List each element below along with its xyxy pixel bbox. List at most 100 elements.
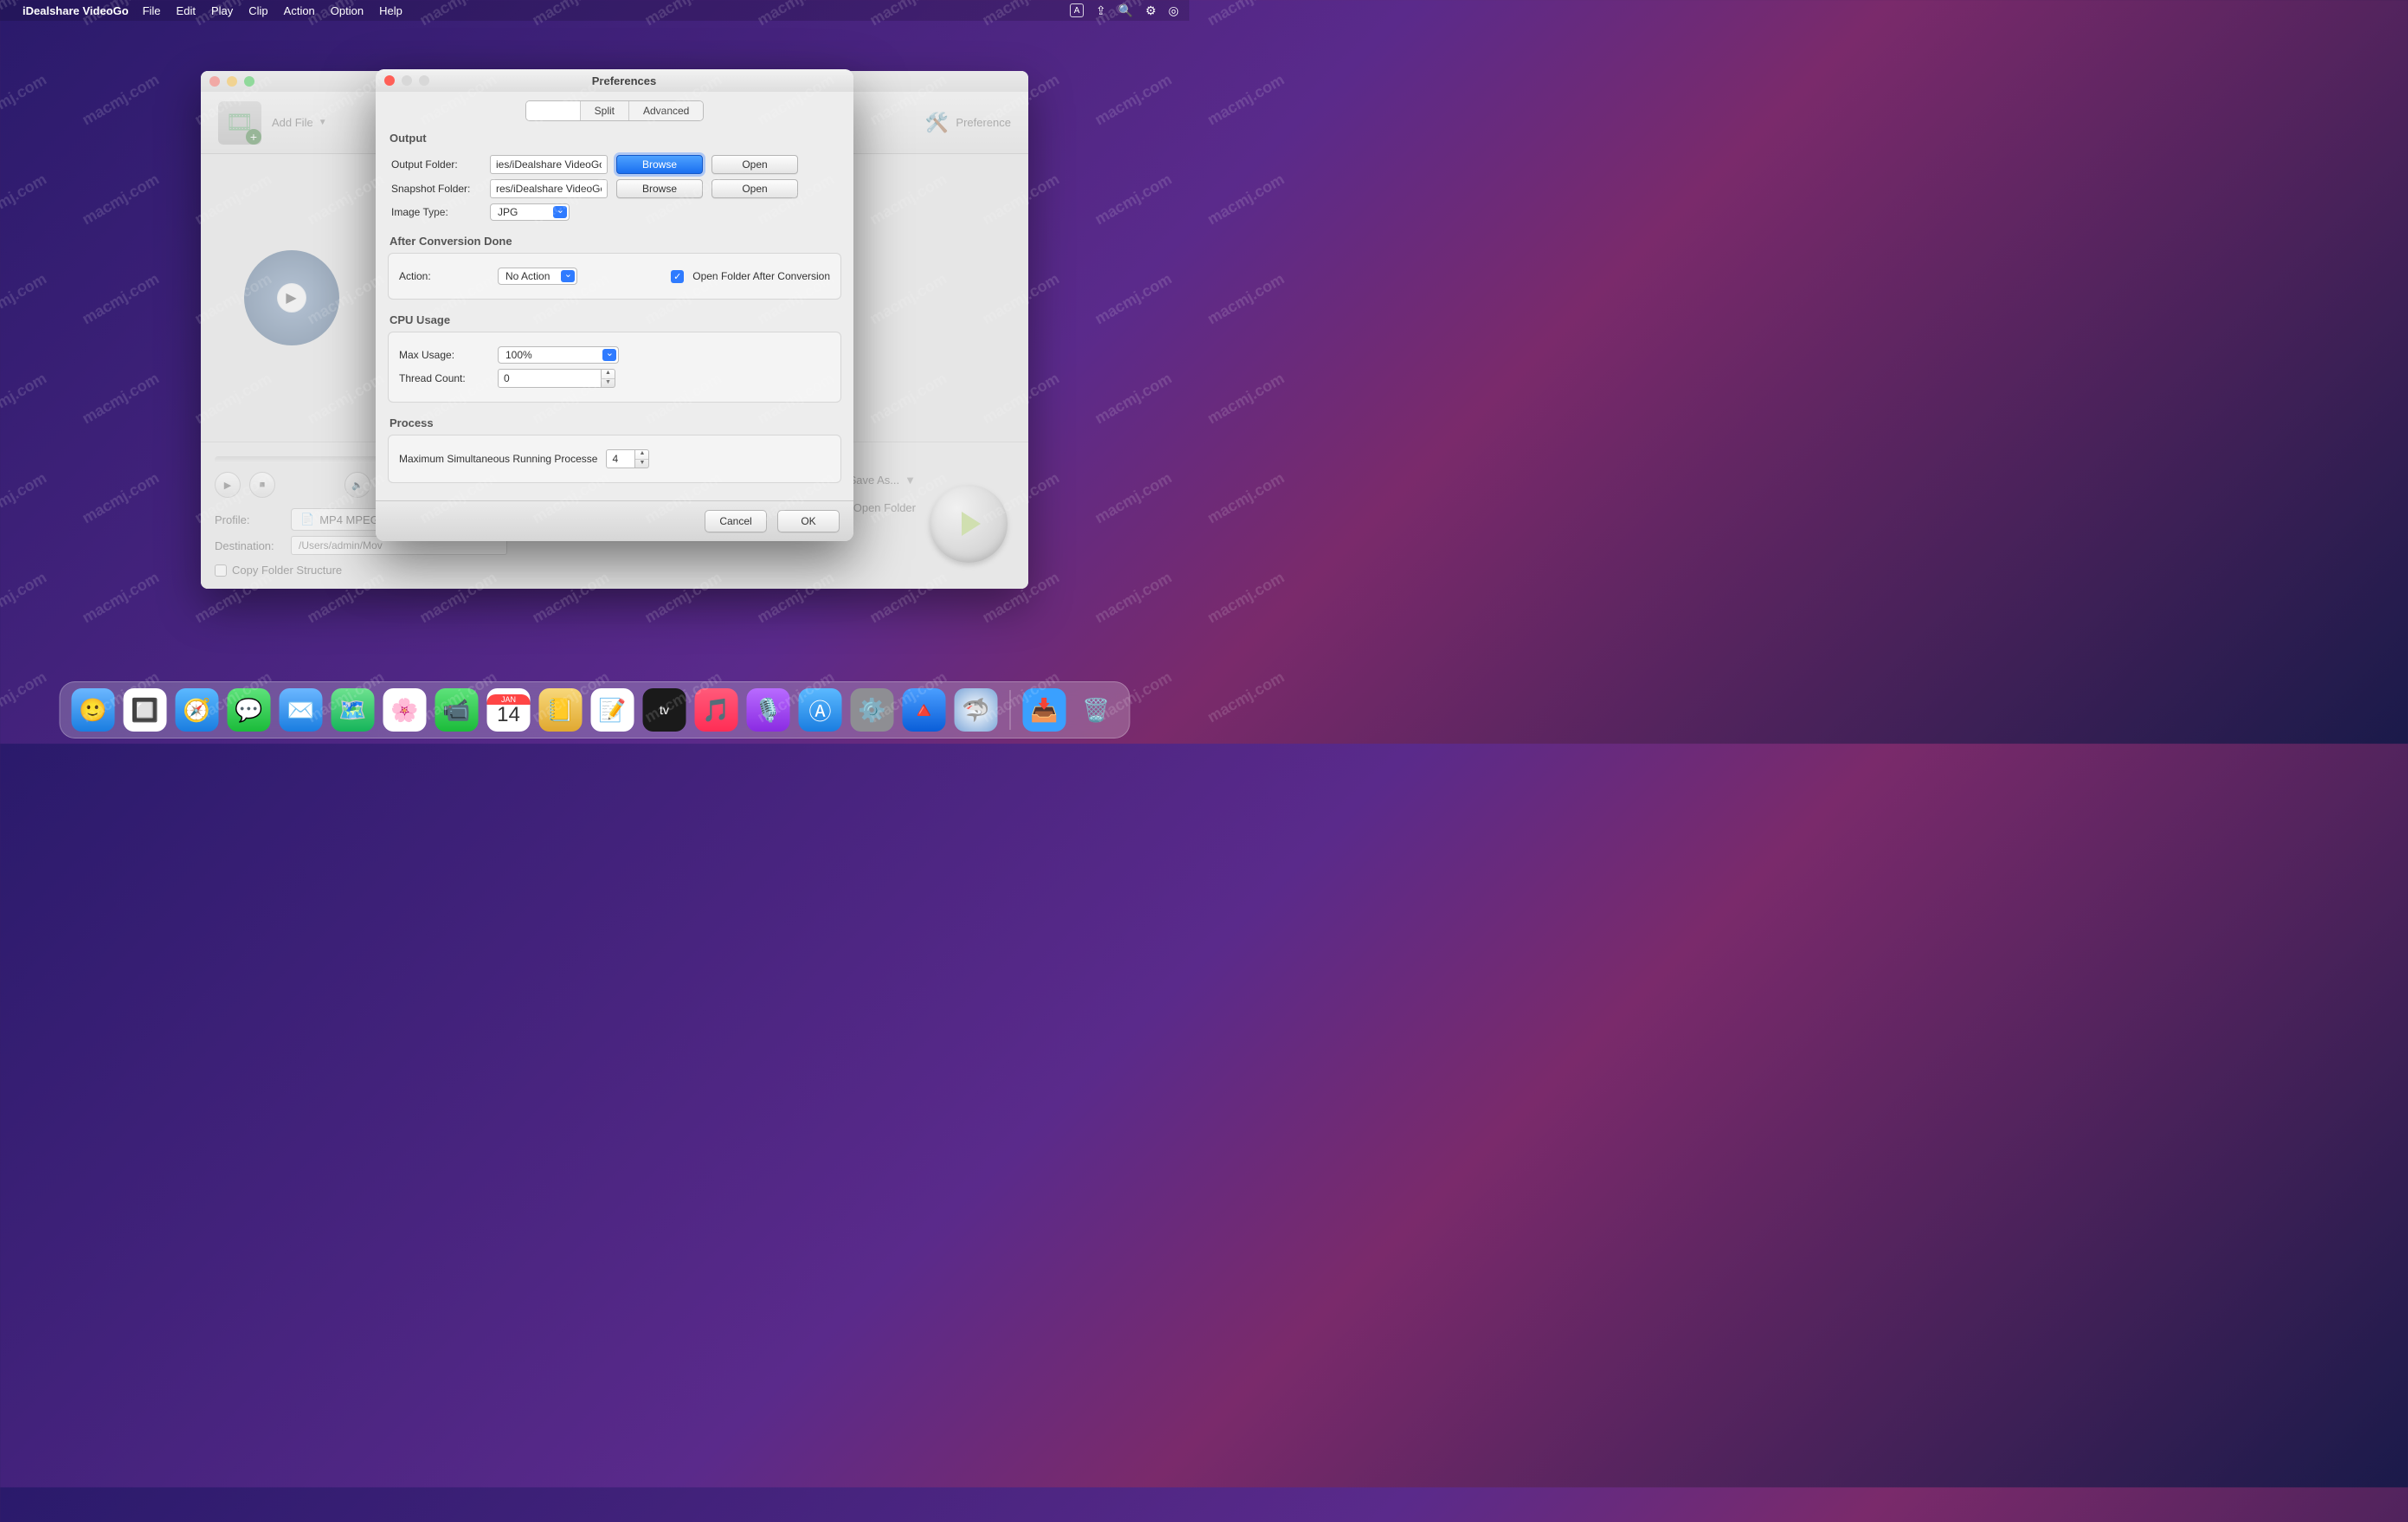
control-center-icon[interactable]: ⚙ [1145,3,1156,18]
menu-edit[interactable]: Edit [177,4,196,17]
watermark: macmj.com [1091,370,1175,429]
watermark: macmj.com [1204,0,1287,29]
snapshot-folder-field[interactable] [490,179,608,198]
max-usage-label: Max Usage: [399,349,489,361]
podcasts-icon[interactable]: 🎙️ [747,688,790,732]
contacts-icon[interactable]: 📒 [539,688,583,732]
snapshot-browse-button[interactable]: Browse [616,179,703,198]
display-icon[interactable]: ⇪ [1096,3,1106,18]
downloads-icon[interactable]: 📥 [1023,688,1066,732]
menu-option[interactable]: Option [331,4,364,17]
launchpad-icon[interactable]: 🔲 [124,688,167,732]
prefs-title: Preferences [436,74,853,87]
tab-split[interactable]: Split [580,101,628,120]
ok-button[interactable]: OK [777,510,840,532]
watermark: macmj.com [1091,270,1175,329]
menu-action[interactable]: Action [284,4,315,17]
watermark: macmj.com [79,370,162,429]
output-folder-label: Output Folder: [391,158,481,171]
watermark: macmj.com [1204,370,1287,429]
photos-icon[interactable]: 🌸 [383,688,427,732]
output-browse-button[interactable]: Browse [616,155,703,174]
action-select[interactable]: No Action [498,268,577,285]
thread-count-stepper[interactable]: ▲▼ [498,369,615,388]
spotlight-icon[interactable]: 🔍 [1118,3,1133,18]
safari-icon[interactable]: 🧭 [176,688,219,732]
tv-icon[interactable]: tv [643,688,686,732]
app-icon-1[interactable]: 🔺 [903,688,946,732]
image-type-select[interactable]: JPG [490,203,570,221]
cpu-section-title: CPU Usage [388,306,841,332]
input-source-icon[interactable]: A [1070,3,1084,17]
watermark: macmj.com [79,71,162,130]
action-label: Action: [399,270,489,282]
image-type-label: Image Type: [391,206,481,218]
trash-icon[interactable]: 🗑️ [1075,688,1118,732]
tab-general[interactable] [526,101,580,120]
max-usage-select[interactable]: 100% [498,346,619,364]
menu-play[interactable]: Play [211,4,233,17]
idealshare-icon[interactable]: 🦈 [955,688,998,732]
action-value: No Action [498,268,577,285]
watermark: macmj.com [0,569,50,628]
after-section: Action: No Action ✓ Open Folder After Co… [388,253,841,300]
prefs-footer: Cancel OK [376,500,853,541]
watermark: macmj.com [79,569,162,628]
max-usage-value: 100% [498,346,619,364]
appstore-icon[interactable]: Ⓐ [799,688,842,732]
watermark: macmj.com [79,270,162,329]
output-section-title: Output [388,125,841,150]
open-folder-after-checkbox[interactable]: ✓ [671,270,684,283]
image-type-value: JPG [490,203,570,221]
snapshot-open-button[interactable]: Open [711,179,798,198]
watermark: macmj.com [1091,171,1175,229]
thread-count-field[interactable] [498,369,602,388]
max-proc-field[interactable] [606,449,635,468]
watermark: macmj.com [1091,71,1175,130]
facetime-icon[interactable]: 📹 [435,688,479,732]
watermark: macmj.com [1204,71,1287,130]
process-section-title: Process [388,410,841,435]
thread-stepper-buttons[interactable]: ▲▼ [602,369,615,388]
music-icon[interactable]: 🎵 [695,688,738,732]
menu-help[interactable]: Help [379,4,402,17]
watermark: macmj.com [1204,469,1287,528]
prefs-close-button[interactable] [384,75,395,86]
watermark: macmj.com [0,270,50,329]
snapshot-folder-label: Snapshot Folder: [391,183,481,195]
watermark: macmj.com [0,171,50,229]
calendar-icon[interactable]: JAN 14 [487,688,531,732]
prefs-titlebar: Preferences [376,69,853,92]
menu-clip[interactable]: Clip [248,4,267,17]
process-section: Maximum Simultaneous Running Processe ▲▼ [388,435,841,483]
menu-file[interactable]: File [143,4,161,17]
finder-icon[interactable]: 🙂 [72,688,115,732]
output-open-button[interactable]: Open [711,155,798,174]
watermark: macmj.com [1204,171,1287,229]
watermark: macmj.com [0,668,50,727]
maps-icon[interactable]: 🗺️ [332,688,375,732]
cpu-section: Max Usage: 100% Thread Count: ▲▼ [388,332,841,403]
prefs-zoom-button [419,75,429,86]
output-folder-field[interactable] [490,155,608,174]
after-section-title: After Conversion Done [388,228,841,253]
max-proc-label: Maximum Simultaneous Running Processe [399,453,597,465]
settings-icon[interactable]: ⚙️ [851,688,894,732]
watermark: macmj.com [1204,270,1287,329]
cancel-button[interactable]: Cancel [705,510,767,532]
max-proc-stepper[interactable]: ▲▼ [606,449,649,468]
open-folder-after-label: Open Folder After Conversion [692,270,830,282]
siri-icon[interactable]: ◎ [1169,3,1179,18]
calendar-day: 14 [497,705,520,726]
watermark: macmj.com [0,370,50,429]
app-menu[interactable]: iDealshare VideoGo [23,4,129,17]
output-section: Output Folder: Browse Open Snapshot Fold… [388,155,841,221]
dock: 🙂 🔲 🧭 💬 ✉️ 🗺️ 🌸 📹 JAN 14 📒 📝 tv 🎵 🎙️ Ⓐ ⚙… [60,681,1130,738]
reminders-icon[interactable]: 📝 [591,688,634,732]
prefs-minimize-button [402,75,412,86]
mail-icon[interactable]: ✉️ [280,688,323,732]
max-proc-stepper-buttons[interactable]: ▲▼ [635,449,649,468]
prefs-tabs: Split Advanced [525,100,705,121]
messages-icon[interactable]: 💬 [228,688,271,732]
tab-advanced[interactable]: Advanced [628,101,703,120]
